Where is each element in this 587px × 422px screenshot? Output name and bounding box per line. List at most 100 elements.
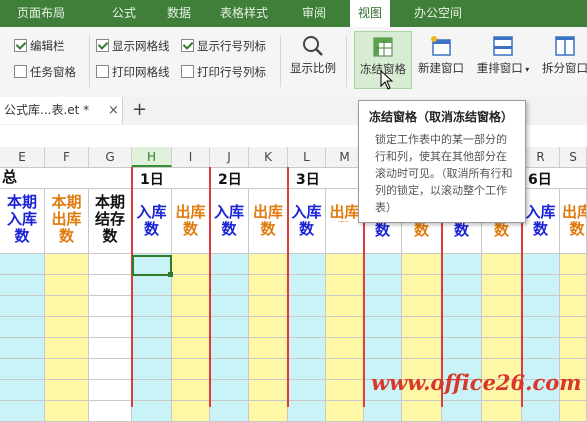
grid-cell[interactable] <box>364 275 402 296</box>
menu-review[interactable]: 审阅 <box>302 0 326 27</box>
grid-cell[interactable] <box>402 296 442 317</box>
grid-cell[interactable] <box>89 359 132 380</box>
grid-cell[interactable] <box>0 317 45 338</box>
close-icon[interactable]: × <box>108 97 119 124</box>
document-tab[interactable]: 公式库...表.et * × <box>0 97 123 124</box>
grid-cell[interactable] <box>0 275 45 296</box>
menu-office-space[interactable]: 办公空间 <box>414 0 462 27</box>
grid-cell[interactable] <box>45 359 89 380</box>
grid-cell[interactable] <box>172 359 210 380</box>
grid-cell[interactable] <box>249 275 288 296</box>
header-cell[interactable]: 入库数 <box>210 189 249 254</box>
grid-cell[interactable] <box>560 275 587 296</box>
grid-cell[interactable] <box>442 317 482 338</box>
grid-cell[interactable] <box>326 380 364 401</box>
grid-cell[interactable] <box>364 401 402 422</box>
grid-cell[interactable] <box>89 296 132 317</box>
edit-bar-checkbox[interactable]: 编辑栏 <box>14 38 65 54</box>
column-header[interactable]: S <box>560 147 587 167</box>
header-cell[interactable]: 出库数 <box>560 189 587 254</box>
show-gridlines-checkbox[interactable]: 显示网格线 <box>96 38 170 54</box>
column-header[interactable]: K <box>249 147 288 167</box>
grid-cell[interactable] <box>364 296 402 317</box>
grid-cell[interactable] <box>172 317 210 338</box>
grid-cell[interactable] <box>0 380 45 401</box>
print-headings-checkbox[interactable]: 打印行号列标 <box>181 64 266 80</box>
grid-cell[interactable] <box>0 359 45 380</box>
column-header[interactable]: F <box>45 147 89 167</box>
grid-cell[interactable] <box>172 380 210 401</box>
arrange-windows-button[interactable]: 重排窗口 ▾ <box>472 31 534 87</box>
grid-cell[interactable] <box>288 317 326 338</box>
grid-cell[interactable] <box>45 275 89 296</box>
header-cell[interactable]: 本期结存数 <box>89 189 132 254</box>
grid-cell[interactable] <box>210 317 249 338</box>
grid-cell[interactable] <box>89 254 132 275</box>
grid-cell[interactable] <box>0 338 45 359</box>
header-cell[interactable]: 出库数 <box>172 189 210 254</box>
grid-cell[interactable] <box>326 401 364 422</box>
menu-formula[interactable]: 公式 <box>112 0 136 27</box>
grid-cell[interactable] <box>45 317 89 338</box>
grid-cell[interactable] <box>210 296 249 317</box>
grid-cell[interactable] <box>210 359 249 380</box>
grid-cell[interactable] <box>482 338 522 359</box>
grid-cell[interactable] <box>560 296 587 317</box>
grid-cell[interactable] <box>326 359 364 380</box>
header-cell[interactable]: 出库数 <box>249 189 288 254</box>
grid-cell[interactable] <box>210 338 249 359</box>
grid-cell[interactable] <box>172 254 210 275</box>
grid-cell[interactable] <box>522 338 560 359</box>
grid-cell[interactable] <box>172 338 210 359</box>
print-gridlines-checkbox[interactable]: 打印网格线 <box>96 64 170 80</box>
grid-cell[interactable] <box>288 254 326 275</box>
header-cell[interactable]: 入库数 <box>132 189 172 254</box>
day-cell[interactable]: 2日 <box>210 167 288 189</box>
grid-cell[interactable] <box>210 275 249 296</box>
grid-cell[interactable] <box>172 275 210 296</box>
grid-cell[interactable] <box>210 401 249 422</box>
grid-cell[interactable] <box>560 338 587 359</box>
header-cell[interactable]: 入库数 <box>288 189 326 254</box>
task-pane-checkbox[interactable]: 任务窗格 <box>14 64 76 80</box>
grid-cell[interactable] <box>288 338 326 359</box>
grid-cell[interactable] <box>326 296 364 317</box>
grid-cell[interactable] <box>560 317 587 338</box>
grid-cell[interactable] <box>288 380 326 401</box>
grid-cell[interactable] <box>89 380 132 401</box>
grid-cell[interactable] <box>522 401 560 422</box>
grid-cell[interactable] <box>522 254 560 275</box>
grid-cell[interactable] <box>45 380 89 401</box>
grid-cell[interactable] <box>522 317 560 338</box>
column-header-selected[interactable]: H <box>132 147 172 167</box>
grid-cell[interactable] <box>326 275 364 296</box>
grid-cell[interactable] <box>442 275 482 296</box>
day-cell[interactable]: 1日 <box>132 167 210 189</box>
grid-cell[interactable] <box>402 317 442 338</box>
column-header[interactable]: G <box>89 147 132 167</box>
grid-cell[interactable] <box>560 401 587 422</box>
grid-cell[interactable] <box>45 296 89 317</box>
grid-cell[interactable] <box>326 338 364 359</box>
grid-cell[interactable] <box>89 401 132 422</box>
grid-cell[interactable] <box>522 296 560 317</box>
grid-cell[interactable] <box>132 380 172 401</box>
grid-cell[interactable] <box>482 296 522 317</box>
grid-cell[interactable] <box>172 401 210 422</box>
grid-cell[interactable] <box>482 317 522 338</box>
grid-cell[interactable] <box>482 401 522 422</box>
column-header[interactable]: R <box>522 147 560 167</box>
column-header[interactable]: E <box>0 147 45 167</box>
grid-cell[interactable] <box>288 296 326 317</box>
grid-cell[interactable] <box>482 275 522 296</box>
grid-cell[interactable] <box>249 296 288 317</box>
grid-cell[interactable] <box>249 317 288 338</box>
grid-cell[interactable] <box>249 254 288 275</box>
grid-cell[interactable] <box>132 275 172 296</box>
grid-cell[interactable] <box>442 338 482 359</box>
menu-page-layout[interactable]: 页面布局 <box>17 0 65 27</box>
grid-cell[interactable] <box>560 254 587 275</box>
grid-cell[interactable] <box>45 254 89 275</box>
grid-cell[interactable] <box>89 317 132 338</box>
grid-cell[interactable] <box>210 380 249 401</box>
